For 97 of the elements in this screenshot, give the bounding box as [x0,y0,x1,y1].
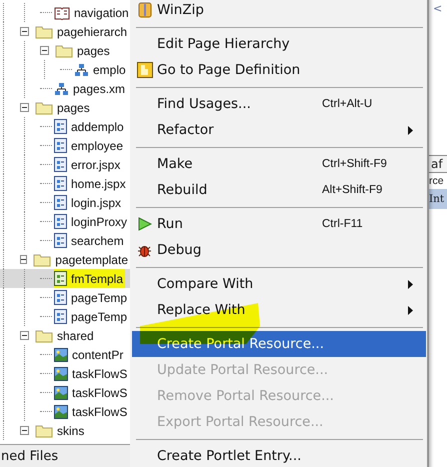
shortcut-text: Ctrl+Alt-U [322,98,374,110]
tree-item-label: navigation [74,6,129,20]
tree-row[interactable]: pageTemp [0,288,130,307]
page-icon [54,290,67,305]
tree-item-label: pages.xm [73,82,126,96]
tree-row[interactable]: taskFlowS [0,383,130,402]
tree-item-label: taskFlowS [72,404,128,418]
folder-icon [35,328,53,342]
tree-item-label: addemplo [71,120,124,134]
page-definition-icon [136,62,152,78]
tree-row[interactable]: pages [0,41,130,60]
tree-item-label: emplo [93,62,126,76]
collapse-icon[interactable] [20,27,29,36]
menu-item[interactable]: Rebuild Alt+Shift-F9 [132,177,426,203]
page-icon [54,138,67,153]
tree-row[interactable]: fmTempla [0,269,130,288]
tree-item-label: searchem [71,234,124,248]
tree-row[interactable]: taskFlowS [0,364,130,383]
folder-icon [55,44,73,58]
archive-icon [138,2,152,18]
tree-row[interactable]: addemplo [0,117,130,136]
hierarchy-icon [74,62,89,76]
page-icon [54,309,67,324]
collapse-icon[interactable] [20,103,29,112]
menu-item[interactable]: Compare With [132,271,426,297]
tree-row[interactable]: navigation [0,3,130,22]
tree-row[interactable]: pages [0,98,130,117]
tree-row[interactable]: home.jspx [0,174,130,193]
tree-row[interactable]: pages.xm [0,79,130,98]
folder-icon [35,24,53,38]
page-icon [54,119,67,134]
menu-item[interactable]: Make Ctrl+Shift-F9 [132,151,426,177]
tree-item-label: taskFlowS [72,386,128,400]
tree-item-label: pagetemplate [55,252,128,266]
editor-tab[interactable]: af [429,155,447,173]
collapse-icon[interactable] [20,426,29,435]
tree-item-label: loginProxy [71,214,128,228]
tree-row[interactable]: searchem [0,231,130,250]
page-icon [54,214,67,229]
page-icon [54,157,67,172]
tree-row[interactable]: emplo [0,60,130,79]
menu-item[interactable]: Edit Page Hierarchy [132,31,426,57]
tree-item-label: home.jspx [71,176,126,190]
tree-item-label: pagehierarch [57,24,128,38]
page-icon [54,195,67,210]
collapse-icon[interactable] [40,46,49,55]
folder-icon [35,424,53,438]
tree-item-label: pageTemp [71,310,128,324]
play-icon [138,217,152,231]
menu-item[interactable]: Run Ctrl-F11 [132,211,426,237]
image-icon [54,404,68,418]
image-icon [54,366,68,380]
page-icon [54,233,67,248]
tree-item-label: contentPr [72,348,124,362]
tree-row[interactable]: taskFlowS [0,402,130,421]
tree-item-label: pages [57,100,90,114]
shortcut-text: Ctrl-F11 [322,218,364,230]
tree-row[interactable]: pagehierarch [0,22,130,41]
tree-item-label: login.jspx [71,196,122,210]
tree-item-label: employee [71,138,124,152]
tree-item-label: fmTempla [71,272,124,286]
tree-item-label: pageTemp [71,290,128,304]
editor-text: rce [429,174,445,189]
shortcut-text: Alt+Shift-F9 [322,184,384,196]
tree-item-label: taskFlowS [72,366,128,380]
folder-icon [35,100,53,114]
tree-row[interactable]: contentPr [0,345,130,364]
tree-row[interactable]: loginProxy [0,212,130,231]
tree-item-label: pages [77,44,110,58]
menu-item[interactable]: Create Portlet Entry... [132,443,426,467]
tree-row[interactable]: skins [0,421,130,440]
code-text: < [433,2,444,15]
tree-row[interactable]: error.jspx [0,155,130,174]
shortcut-text: Ctrl+Shift-F9 [322,158,388,170]
files-tab[interactable]: ned Files [0,444,130,467]
image-icon [54,348,68,362]
template-icon [54,271,67,286]
hierarchy-icon [54,82,69,96]
menu-item[interactable]: Go to Page Definition [132,57,426,83]
menu-item[interactable]: Debug [132,237,426,263]
tree-row[interactable]: pageTemp [0,307,130,326]
tree-row[interactable]: employee [0,136,130,155]
tree-row[interactable]: shared [0,326,130,345]
folder-icon [33,252,52,266]
tree-row[interactable]: login.jspx [0,193,130,212]
menu-item[interactable]: Find Usages... Ctrl+Alt-U [132,91,426,117]
page-icon [54,176,67,191]
tree-item-label: skins [57,424,84,438]
book-icon [54,6,70,20]
panel-header: Int [429,189,447,209]
collapse-icon[interactable] [20,331,29,340]
tree-item-label: error.jspx [71,158,120,172]
collapse-icon[interactable] [20,255,28,264]
image-icon [54,386,68,400]
tree-item-label: shared [57,328,94,342]
menu-item[interactable]: WinZip [132,0,426,23]
menu-item[interactable]: Refactor [132,117,426,143]
